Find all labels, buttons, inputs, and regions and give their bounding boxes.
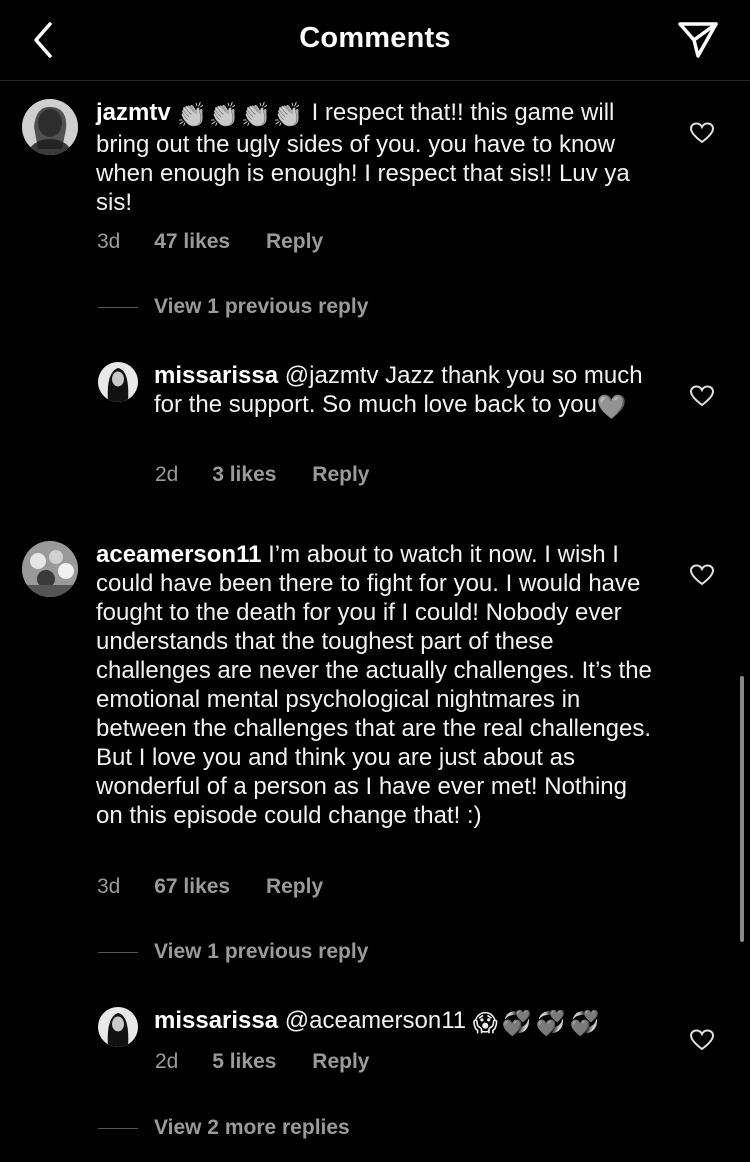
view-previous-replies-button[interactable]: View 1 previous reply [98, 940, 368, 964]
heart-icon [689, 564, 715, 586]
reply-username[interactable]: missarissa [154, 362, 278, 389]
avatar[interactable] [98, 362, 138, 402]
header-bar: Comments [0, 0, 750, 81]
divider-line [98, 306, 138, 308]
divider-line [98, 951, 138, 953]
comment-body: I respect that!! this game will bring ou… [96, 99, 630, 216]
comment-time: 3d [97, 230, 121, 253]
reply-text: missarissa @jazmtv Jazz thank you so muc… [154, 361, 654, 422]
view-previous-replies-button[interactable]: View 1 previous reply [98, 295, 368, 319]
reply-button[interactable]: Reply [266, 230, 323, 254]
heart-icon [689, 122, 715, 144]
likes-count[interactable]: 47 likes [154, 230, 230, 254]
page-title: Comments [299, 22, 451, 54]
reply-time: 2d [155, 1050, 179, 1073]
like-button[interactable] [689, 121, 715, 145]
comment-username[interactable]: aceamerson11 [96, 541, 261, 568]
scrollbar[interactable] [740, 676, 744, 942]
reply-username[interactable]: missarissa [154, 1007, 278, 1034]
avatar[interactable] [22, 99, 78, 155]
like-button[interactable] [689, 563, 715, 587]
divider-line [98, 1127, 138, 1129]
heart-icon [689, 385, 715, 407]
comment-meta: 3d 47 likes Reply [97, 230, 323, 254]
like-button[interactable] [689, 1028, 715, 1052]
reply-button[interactable]: Reply [312, 1050, 369, 1074]
view-replies-label: View 1 previous reply [154, 295, 369, 318]
comment-username[interactable]: jazmtv [96, 99, 171, 126]
comment-time: 3d [97, 875, 121, 898]
reply-time: 2d [155, 463, 179, 486]
likes-count[interactable]: 67 likes [154, 875, 230, 899]
reply-button[interactable]: Reply [312, 463, 369, 487]
comment-text: aceamerson11 I’m about to watch it now. … [96, 540, 656, 830]
view-more-replies-button[interactable]: View 2 more replies [98, 1116, 350, 1140]
heart-icon [689, 1029, 715, 1051]
clapping-hands-emoji: 👏👏👏👏 [177, 102, 305, 129]
reply-meta: 2d 5 likes Reply [155, 1050, 369, 1074]
reply-meta: 2d 3 likes Reply [155, 463, 369, 487]
avatar[interactable] [22, 541, 78, 597]
comment-body: I’m about to watch it now. I wish I coul… [96, 541, 652, 829]
view-more-replies-label: View 2 more replies [154, 1116, 350, 1139]
like-button[interactable] [689, 384, 715, 408]
grey-heart-emoji: 🩶 [596, 394, 627, 421]
likes-count[interactable]: 5 likes [212, 1050, 276, 1074]
comment-meta: 3d 67 likes Reply [97, 875, 323, 899]
comment-text: jazmtv 👏👏👏👏 I respect that!! this game w… [96, 98, 666, 217]
likes-count[interactable]: 3 likes [212, 463, 276, 487]
paper-plane-icon [678, 22, 718, 58]
view-replies-label: View 1 previous reply [154, 940, 369, 963]
scream-and-hearts-emoji: 😱💞💞💞 [472, 1010, 604, 1037]
avatar[interactable] [98, 1007, 138, 1047]
reply-text: missarissa @aceamerson11 😱💞💞💞 [154, 1006, 664, 1038]
share-button[interactable] [676, 18, 720, 62]
reply-button[interactable]: Reply [266, 875, 323, 899]
reply-body: @aceamerson11 [278, 1007, 473, 1034]
